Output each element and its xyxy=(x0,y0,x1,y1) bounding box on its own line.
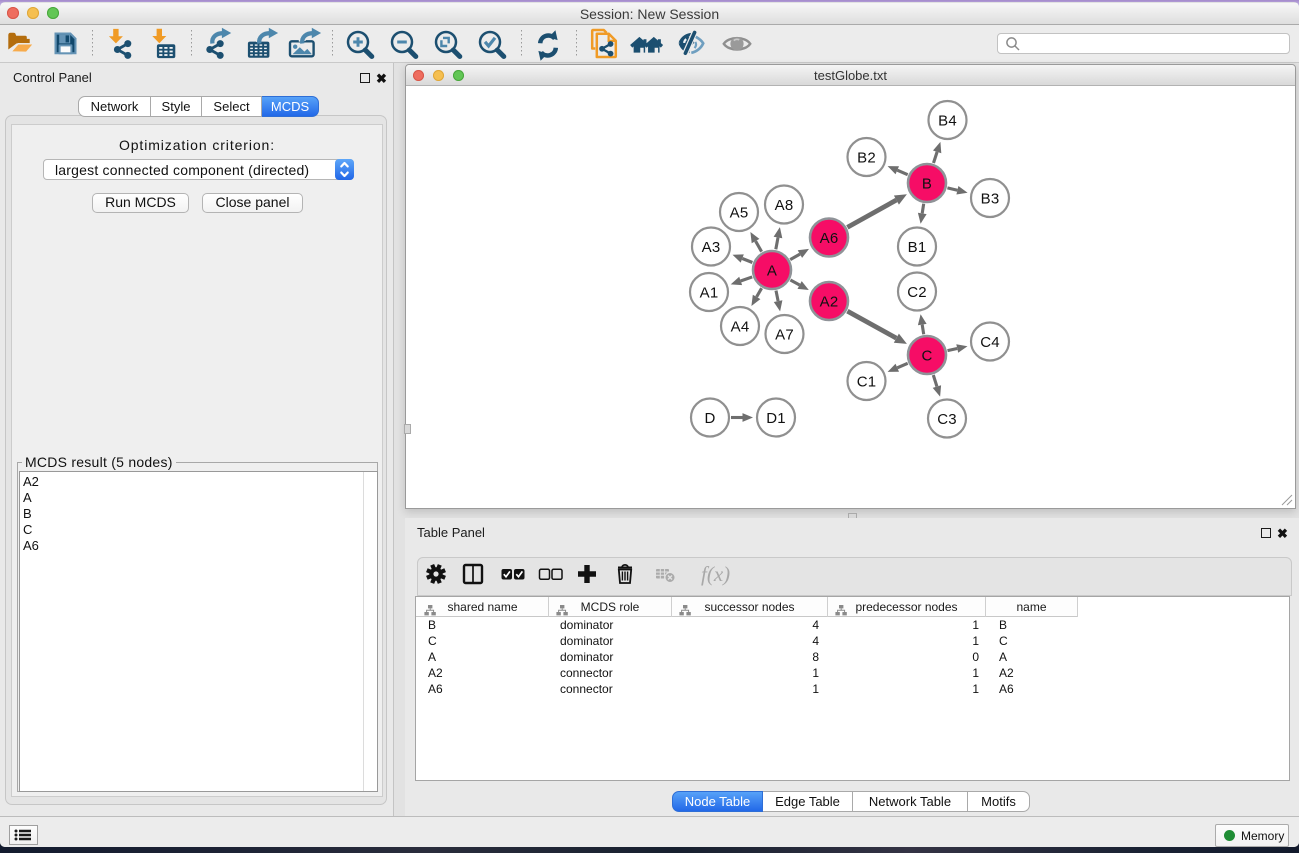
svg-text:B2: B2 xyxy=(857,149,876,166)
svg-text:C4: C4 xyxy=(980,334,1000,351)
svg-text:A7: A7 xyxy=(775,326,794,343)
svg-text:D: D xyxy=(704,410,715,427)
svg-text:C3: C3 xyxy=(937,411,957,428)
svg-text:A1: A1 xyxy=(700,284,719,301)
svg-text:A4: A4 xyxy=(731,318,750,335)
svg-text:A5: A5 xyxy=(730,204,749,221)
svg-text:A6: A6 xyxy=(820,230,839,247)
svg-text:B1: B1 xyxy=(908,239,927,256)
svg-text:B4: B4 xyxy=(938,112,957,129)
svg-text:B3: B3 xyxy=(981,190,1000,207)
svg-text:f(x): f(x) xyxy=(701,562,730,586)
svg-text:A3: A3 xyxy=(702,239,721,256)
svg-text:C2: C2 xyxy=(907,284,927,301)
svg-text:C1: C1 xyxy=(857,373,877,390)
svg-text:C: C xyxy=(921,347,932,364)
svg-text:D1: D1 xyxy=(766,410,786,427)
svg-text:A: A xyxy=(767,262,777,279)
svg-text:B: B xyxy=(922,175,932,192)
svg-text:A8: A8 xyxy=(775,197,794,214)
svg-text:A2: A2 xyxy=(820,293,839,310)
